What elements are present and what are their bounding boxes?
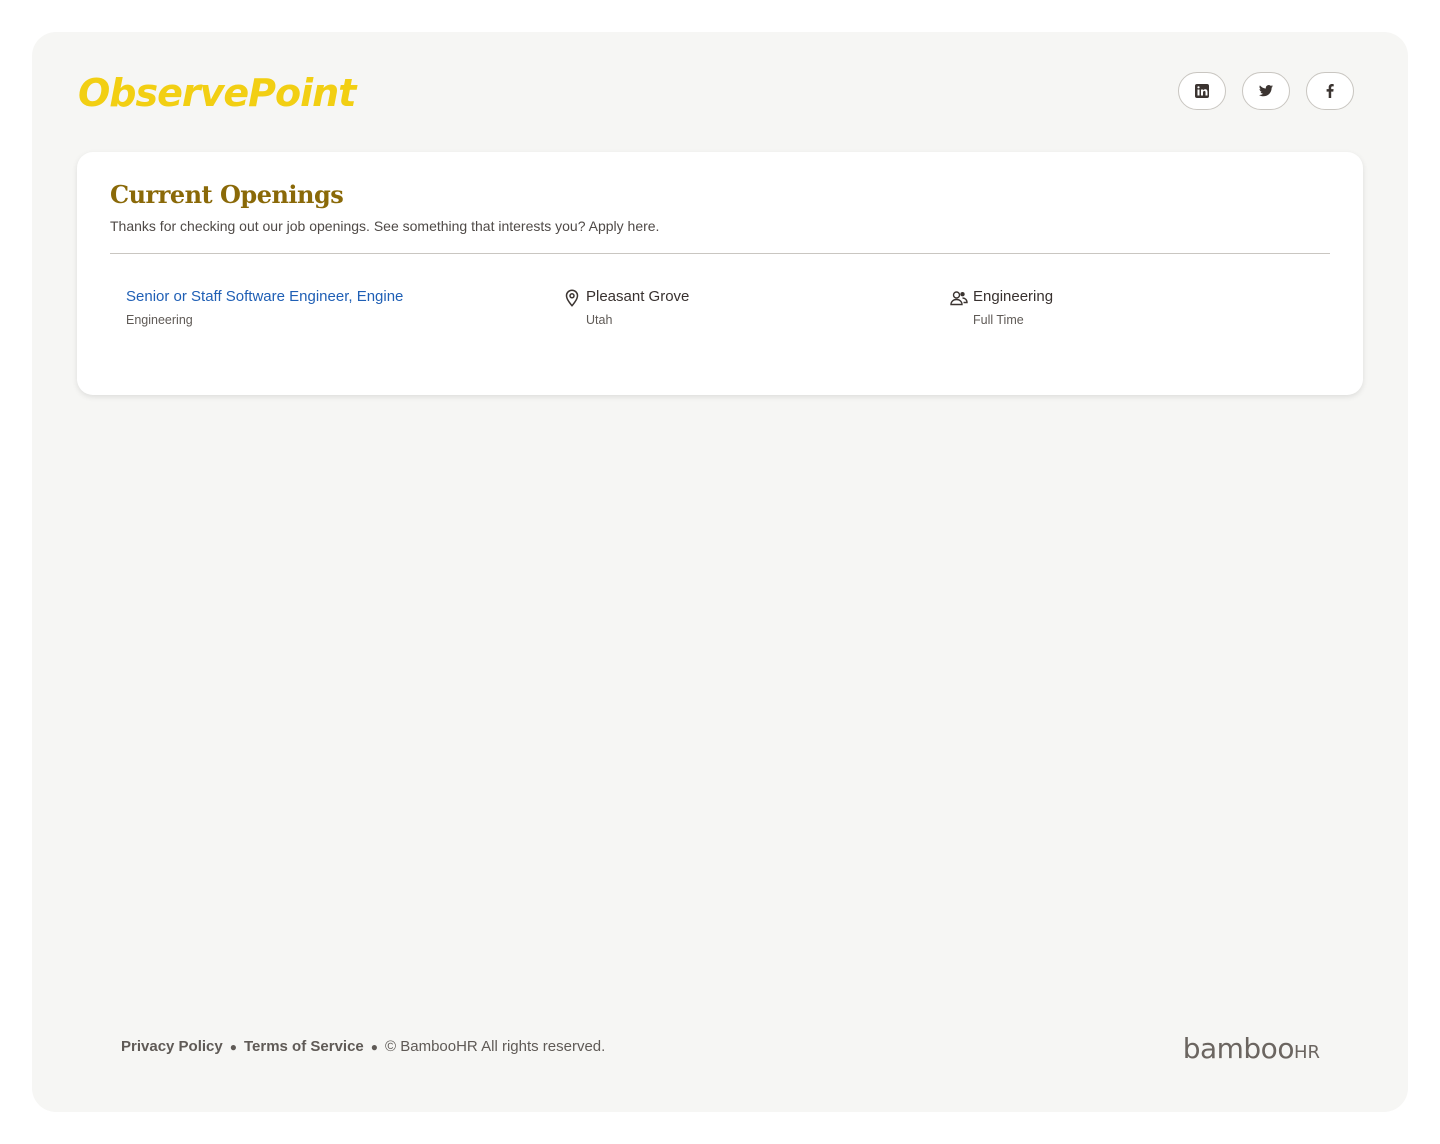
copyright-text: © BambooHR All rights reserved.: [385, 1038, 606, 1055]
footer-links: Privacy Policy ● Terms of Service ● © Ba…: [121, 1038, 605, 1055]
job-department: Engineering: [126, 313, 193, 327]
twitter-button[interactable]: [1242, 72, 1290, 110]
linkedin-icon: [1195, 84, 1209, 98]
location-pin-icon: [565, 289, 579, 307]
separator-dot: ●: [370, 1039, 379, 1054]
bamboohr-logo[interactable]: bambooHR: [1183, 1032, 1320, 1065]
openings-card: Current Openings Thanks for checking out…: [77, 152, 1363, 395]
linkedin-button[interactable]: [1178, 72, 1226, 110]
company-logo[interactable]: ObservePoint: [78, 70, 356, 116]
facebook-button[interactable]: [1306, 72, 1354, 110]
bamboohr-logo-main: bamboo: [1182, 1032, 1295, 1065]
facebook-icon: [1326, 84, 1334, 98]
twitter-icon: [1259, 85, 1273, 97]
job-row: Senior or Staff Software Engineer, Engin…: [77, 286, 1363, 346]
openings-subtitle: Thanks for checking out our job openings…: [110, 218, 660, 234]
bamboohr-logo-suffix: HR: [1293, 1042, 1320, 1063]
job-city: Pleasant Grove: [586, 288, 690, 305]
divider: [110, 253, 1330, 254]
privacy-policy-link[interactable]: Privacy Policy: [121, 1038, 223, 1055]
job-team: Engineering: [973, 288, 1054, 305]
page-shell: ObservePoint Current Openings Thanks for…: [32, 32, 1408, 1112]
openings-title: Current Openings: [110, 180, 344, 209]
job-title-link[interactable]: Senior or Staff Software Engineer, Engin…: [126, 288, 403, 305]
job-state: Utah: [586, 313, 613, 327]
employment-type: Full Time: [973, 313, 1024, 327]
people-icon: [950, 291, 968, 306]
separator-dot: ●: [229, 1039, 237, 1054]
social-links: [1178, 72, 1354, 110]
terms-of-service-link[interactable]: Terms of Service: [244, 1038, 364, 1055]
